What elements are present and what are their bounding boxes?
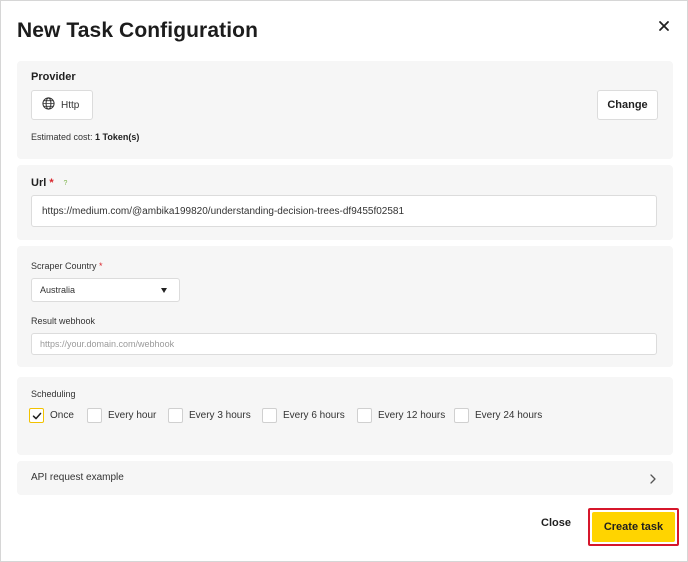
scheduling-section: Scheduling Once Every hour Every 3 hours… xyxy=(17,377,673,455)
change-provider-button[interactable]: Change xyxy=(597,90,658,120)
close-button[interactable]: Close xyxy=(541,517,571,529)
checkbox[interactable] xyxy=(262,407,277,423)
url-label: Url * xyxy=(31,177,54,189)
provider-chip-label: Http xyxy=(61,99,80,111)
api-request-example-label: API request example xyxy=(31,472,124,483)
checkbox[interactable] xyxy=(357,407,372,423)
cost-prefix: Estimated cost: xyxy=(31,132,93,142)
schedule-option-label: Every 6 hours xyxy=(283,409,345,421)
provider-section: Provider Http Change Estimated cost: 1 T… xyxy=(17,61,673,159)
url-section: Url * ? xyxy=(17,165,673,240)
schedule-option-once[interactable]: Once xyxy=(29,407,74,423)
globe-icon xyxy=(42,97,55,113)
required-mark: * xyxy=(49,177,54,189)
checkbox[interactable] xyxy=(454,407,469,423)
schedule-option-label: Every 3 hours xyxy=(189,409,251,421)
create-task-button[interactable]: Create task xyxy=(592,512,675,542)
schedule-option-every-24-hours[interactable]: Every 24 hours xyxy=(454,407,542,423)
schedule-option-every-12-hours[interactable]: Every 12 hours xyxy=(357,407,445,423)
provider-label: Provider xyxy=(31,71,76,83)
url-label-text: Url xyxy=(31,177,47,189)
schedule-option-every-3-hours[interactable]: Every 3 hours xyxy=(168,407,251,423)
create-task-highlight: Create task xyxy=(588,508,679,546)
schedule-option-label: Every hour xyxy=(108,409,157,421)
scheduling-label: Scheduling xyxy=(31,389,76,399)
provider-chip[interactable]: Http xyxy=(31,90,93,120)
schedule-option-label: Every 24 hours xyxy=(475,409,543,421)
checkbox-checked[interactable] xyxy=(29,407,44,423)
scraper-country-select[interactable]: Australia xyxy=(31,278,180,302)
webhook-input[interactable] xyxy=(31,333,657,355)
schedule-option-every-6-hours[interactable]: Every 6 hours xyxy=(262,407,345,423)
caret-down-icon xyxy=(161,288,167,293)
estimated-cost: Estimated cost: 1 Token(s) xyxy=(31,132,139,142)
task-config-dialog: New Task Configuration Provider Http Cha… xyxy=(0,0,688,562)
scraper-country-value: Australia xyxy=(40,285,76,295)
country-webhook-section: Scraper Country * Australia Result webho… xyxy=(17,246,673,367)
required-mark: * xyxy=(99,261,103,271)
scraper-country-label: Scraper Country * xyxy=(31,261,103,271)
scraper-country-label-text: Scraper Country xyxy=(31,261,97,271)
close-icon[interactable] xyxy=(653,15,675,37)
schedule-option-every-hour[interactable]: Every hour xyxy=(87,407,156,423)
checkbox[interactable] xyxy=(168,407,183,423)
help-icon[interactable]: ? xyxy=(61,179,70,188)
checkbox[interactable] xyxy=(87,407,102,423)
webhook-label: Result webhook xyxy=(31,316,96,326)
schedule-option-label: Every 12 hours xyxy=(378,409,446,421)
schedule-option-label: Once xyxy=(50,409,74,421)
cost-value: 1 Token(s) xyxy=(95,132,140,142)
chevron-right-icon xyxy=(649,472,657,490)
api-request-example-row[interactable]: API request example xyxy=(17,461,673,495)
dialog-title: New Task Configuration xyxy=(17,19,258,42)
url-input[interactable] xyxy=(31,195,657,227)
